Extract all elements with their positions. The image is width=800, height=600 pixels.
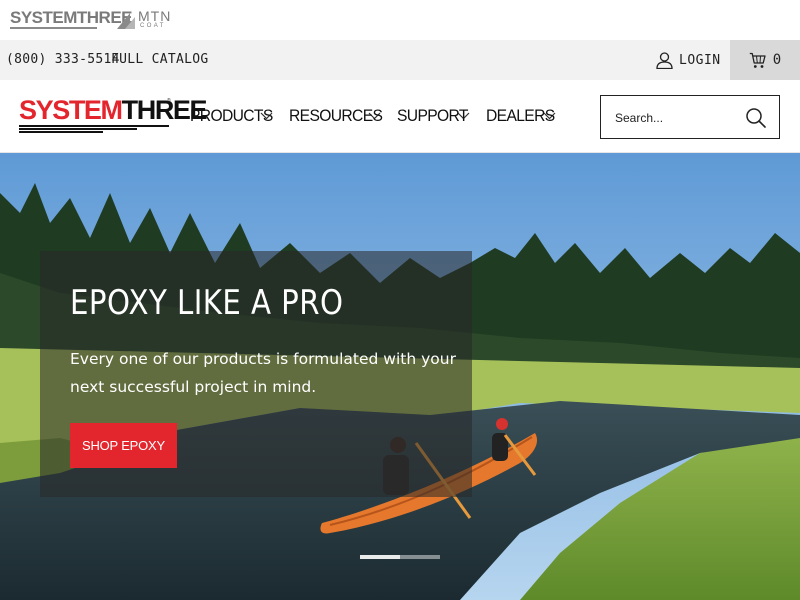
search-input[interactable] [615,108,735,128]
nav-item-support[interactable]: SUPPORT [397,105,470,127]
utility-bar: (800) 333-5514 FULL CATALOG LOGIN 0 [0,40,800,80]
systemthree-brand-link[interactable]: SYSTEMTHREE [10,9,133,26]
shop-epoxy-button[interactable]: SHOP EPOXY [70,423,177,468]
login-label: LOGIN [679,52,721,68]
nav-label-products: PRODUCTS [190,106,273,125]
mtn-brand-sub: COAT [140,23,166,29]
logo-wordmark: SYSTEMTHREE [19,95,208,125]
cart-count: 0 [772,52,782,68]
hero-slideshow: EPOXY LIKE A PRO Every one of our produc… [0,153,800,600]
nav-item-resources[interactable]: RESOURCES [289,105,383,127]
phone-link[interactable]: (800) 333-5514 [6,52,120,67]
nav-item-products[interactable]: PRODUCTS [190,105,273,127]
login-link[interactable]: LOGIN [656,50,721,70]
logo-part-system: SYSTEM [19,95,123,125]
site-logo[interactable]: SYSTEMTHREE ® [19,97,208,135]
slideshow-pagination [360,555,440,559]
logo-speed-lines [19,125,169,134]
nav-item-dealers[interactable]: DEALERS [486,105,556,127]
shopping-cart-icon [749,52,766,68]
mtn-brand-word: MTN [138,8,172,24]
search-box [600,95,780,139]
mountain-icon [117,13,135,29]
nav-label-dealers: DEALERS [486,106,555,125]
brand-bar: SYSTEMTHREE MTN COAT [0,0,800,40]
cart-button[interactable]: 0 [730,40,800,80]
nav-label-resources: RESOURCES [289,106,383,125]
mtn-coat-brand-link[interactable]: MTN COAT [117,8,172,31]
systemthree-brand-underline [10,27,97,29]
logo-trademark: ® [167,98,171,104]
main-nav: PRODUCTS RESOURCES SUPPORT DEALERS [190,105,572,127]
site-header: SYSTEMTHREE ® PRODUCTS RESOURCES SUPPORT… [0,80,800,153]
nav-label-support: SUPPORT [397,106,468,125]
slide-dot-2[interactable] [400,555,440,559]
search-icon[interactable] [745,107,767,129]
slide-dot-1[interactable] [360,555,400,559]
hero-headline: EPOXY LIKE A PRO [70,283,344,323]
full-catalog-link[interactable]: FULL CATALOG [111,52,209,67]
hero-overlay-panel: EPOXY LIKE A PRO Every one of our produc… [40,251,472,497]
user-icon [656,51,673,69]
hero-subtext: Every one of our products is formulated … [70,350,456,396]
